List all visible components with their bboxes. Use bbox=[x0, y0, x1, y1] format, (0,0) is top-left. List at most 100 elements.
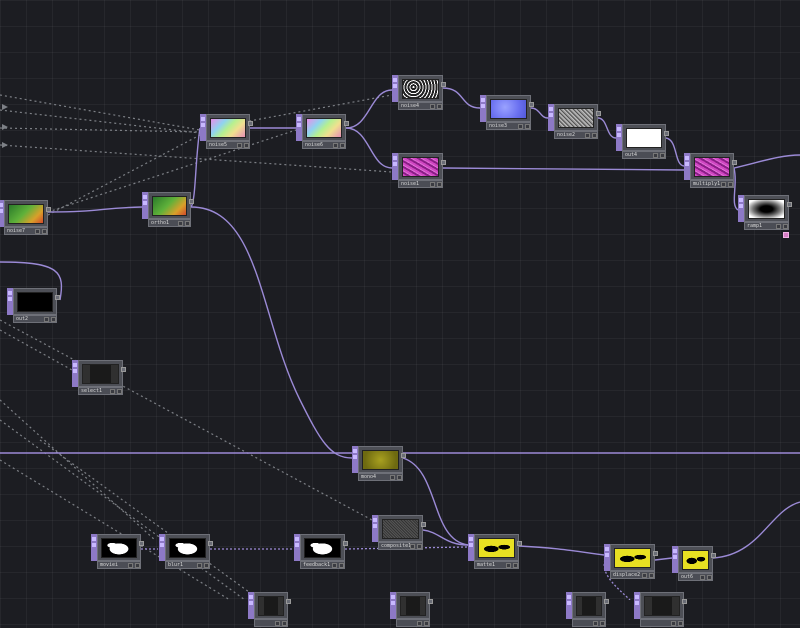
operator-viewer[interactable] bbox=[378, 515, 426, 542]
operator-bot2[interactable] bbox=[390, 592, 433, 628]
operator-name-bar[interactable]: noise2 bbox=[554, 131, 598, 139]
operator-name-bar[interactable]: displace2 bbox=[610, 571, 655, 579]
operator-name-bar[interactable]: moviei bbox=[97, 561, 141, 569]
operator-flag-icon[interactable] bbox=[44, 317, 49, 322]
operator-name-bar[interactable]: out4 bbox=[622, 151, 666, 159]
operator-viewer[interactable] bbox=[13, 288, 60, 315]
operator-moviein1[interactable]: moviei bbox=[91, 534, 144, 570]
operator-noise5[interactable]: noise5 bbox=[200, 114, 253, 150]
operator-name-bar[interactable]: out6 bbox=[678, 573, 713, 581]
operator-viewer[interactable] bbox=[610, 544, 658, 571]
operator-flag-icon[interactable] bbox=[339, 563, 344, 568]
output-connector-icon[interactable] bbox=[344, 121, 349, 126]
operator-flag-icon[interactable] bbox=[417, 544, 422, 549]
operator-viewer[interactable] bbox=[148, 192, 194, 219]
operator-bot4[interactable] bbox=[634, 592, 687, 628]
output-connector-icon[interactable] bbox=[441, 82, 446, 87]
operator-viewer[interactable] bbox=[302, 114, 349, 141]
output-connector-icon[interactable] bbox=[139, 541, 144, 546]
operator-name-bar[interactable]: noise1 bbox=[398, 180, 443, 188]
operator-name-bar[interactable]: matte1 bbox=[474, 561, 519, 569]
operator-viewer[interactable] bbox=[398, 153, 446, 180]
operator-flag-icon[interactable] bbox=[700, 575, 705, 580]
output-connector-icon[interactable] bbox=[46, 207, 51, 212]
operator-viewer[interactable] bbox=[165, 534, 213, 561]
operator-flag-icon[interactable] bbox=[204, 563, 209, 568]
operator-flag-icon[interactable] bbox=[197, 563, 202, 568]
output-connector-icon[interactable] bbox=[732, 160, 737, 165]
output-connector-icon[interactable] bbox=[529, 102, 534, 107]
wire[interactable] bbox=[733, 154, 800, 169]
operator-viewer[interactable] bbox=[97, 534, 144, 561]
operator-out6[interactable]: out6 bbox=[672, 546, 716, 582]
output-connector-icon[interactable] bbox=[653, 551, 658, 556]
operator-flag-icon[interactable] bbox=[721, 182, 726, 187]
operator-name-bar[interactable]: ramp1 bbox=[744, 222, 789, 230]
operator-multiply1[interactable]: multiply1 bbox=[684, 153, 737, 189]
operator-flag-icon[interactable] bbox=[783, 224, 788, 229]
operator-blur1[interactable]: blur1 bbox=[159, 534, 213, 570]
operator-name-bar[interactable]: blur1 bbox=[165, 561, 210, 569]
operator-flag-icon[interactable] bbox=[525, 124, 530, 129]
operator-flag-icon[interactable] bbox=[707, 575, 712, 580]
wire[interactable] bbox=[442, 167, 685, 171]
output-connector-icon[interactable] bbox=[517, 541, 522, 546]
operator-out2[interactable]: out2 bbox=[7, 288, 60, 324]
wire[interactable] bbox=[190, 206, 353, 459]
wire[interactable] bbox=[530, 107, 549, 119]
operator-flag-icon[interactable] bbox=[506, 563, 511, 568]
operator-noise1[interactable]: noise1 bbox=[392, 153, 446, 189]
wire[interactable] bbox=[345, 89, 393, 129]
operator-name-bar[interactable] bbox=[396, 619, 430, 627]
operator-flag-icon[interactable] bbox=[135, 563, 140, 568]
operator-name-bar[interactable] bbox=[640, 619, 684, 627]
operator-name-bar[interactable]: select1 bbox=[78, 387, 123, 395]
wire[interactable] bbox=[712, 501, 800, 559]
operator-flag-icon[interactable] bbox=[110, 389, 115, 394]
operator-name-bar[interactable]: multiply1 bbox=[690, 180, 734, 188]
output-connector-icon[interactable] bbox=[189, 199, 194, 204]
operator-viewer[interactable] bbox=[396, 592, 433, 619]
operator-name-bar[interactable]: composite1 bbox=[378, 542, 423, 550]
operator-viewer[interactable] bbox=[744, 195, 792, 222]
operator-flag-icon[interactable] bbox=[437, 104, 442, 109]
operator-bot3[interactable] bbox=[566, 592, 609, 628]
operator-flag-icon[interactable] bbox=[178, 221, 183, 226]
output-connector-icon[interactable] bbox=[121, 367, 126, 372]
output-connector-icon[interactable] bbox=[343, 541, 348, 546]
operator-flag-icon[interactable] bbox=[185, 221, 190, 226]
operator-flag-icon[interactable] bbox=[518, 124, 523, 129]
operator-viewer[interactable] bbox=[206, 114, 253, 141]
operator-flag-icon[interactable] bbox=[678, 621, 683, 626]
operator-flag-icon[interactable] bbox=[592, 133, 597, 138]
operator-noise4[interactable]: noise4 bbox=[392, 75, 446, 111]
operator-name-bar[interactable]: mono4 bbox=[358, 473, 403, 481]
wire[interactable] bbox=[345, 127, 393, 169]
operator-viewer[interactable] bbox=[78, 360, 126, 387]
operator-flag-icon[interactable] bbox=[117, 389, 122, 394]
operator-flag-icon[interactable] bbox=[397, 475, 402, 480]
operator-flag-icon[interactable] bbox=[340, 143, 345, 148]
operator-flag-icon[interactable] bbox=[332, 563, 337, 568]
operator-viewer[interactable] bbox=[398, 75, 446, 102]
operator-flag-icon[interactable] bbox=[660, 153, 665, 158]
viewer-active-flag-icon[interactable] bbox=[783, 232, 789, 238]
wire[interactable] bbox=[654, 557, 673, 561]
operator-viewer[interactable] bbox=[4, 200, 51, 227]
operator-viewer[interactable] bbox=[622, 124, 669, 151]
operator-flag-icon[interactable] bbox=[417, 621, 422, 626]
operator-flag-icon[interactable] bbox=[35, 229, 40, 234]
operator-name-bar[interactable]: noise4 bbox=[398, 102, 443, 110]
operator-flag-icon[interactable] bbox=[430, 104, 435, 109]
operator-noise6[interactable]: noise6 bbox=[296, 114, 349, 150]
wire[interactable] bbox=[518, 545, 605, 556]
operator-viewer[interactable] bbox=[358, 446, 406, 473]
operator-flag-icon[interactable] bbox=[51, 317, 56, 322]
operator-name-bar[interactable]: feedback1 bbox=[300, 561, 345, 569]
operator-viewer[interactable] bbox=[640, 592, 687, 619]
operator-flag-icon[interactable] bbox=[275, 621, 280, 626]
operator-viewer[interactable] bbox=[300, 534, 348, 561]
output-connector-icon[interactable] bbox=[441, 160, 446, 165]
operator-flag-icon[interactable] bbox=[593, 621, 598, 626]
operator-name-bar[interactable]: noise3 bbox=[486, 122, 531, 130]
